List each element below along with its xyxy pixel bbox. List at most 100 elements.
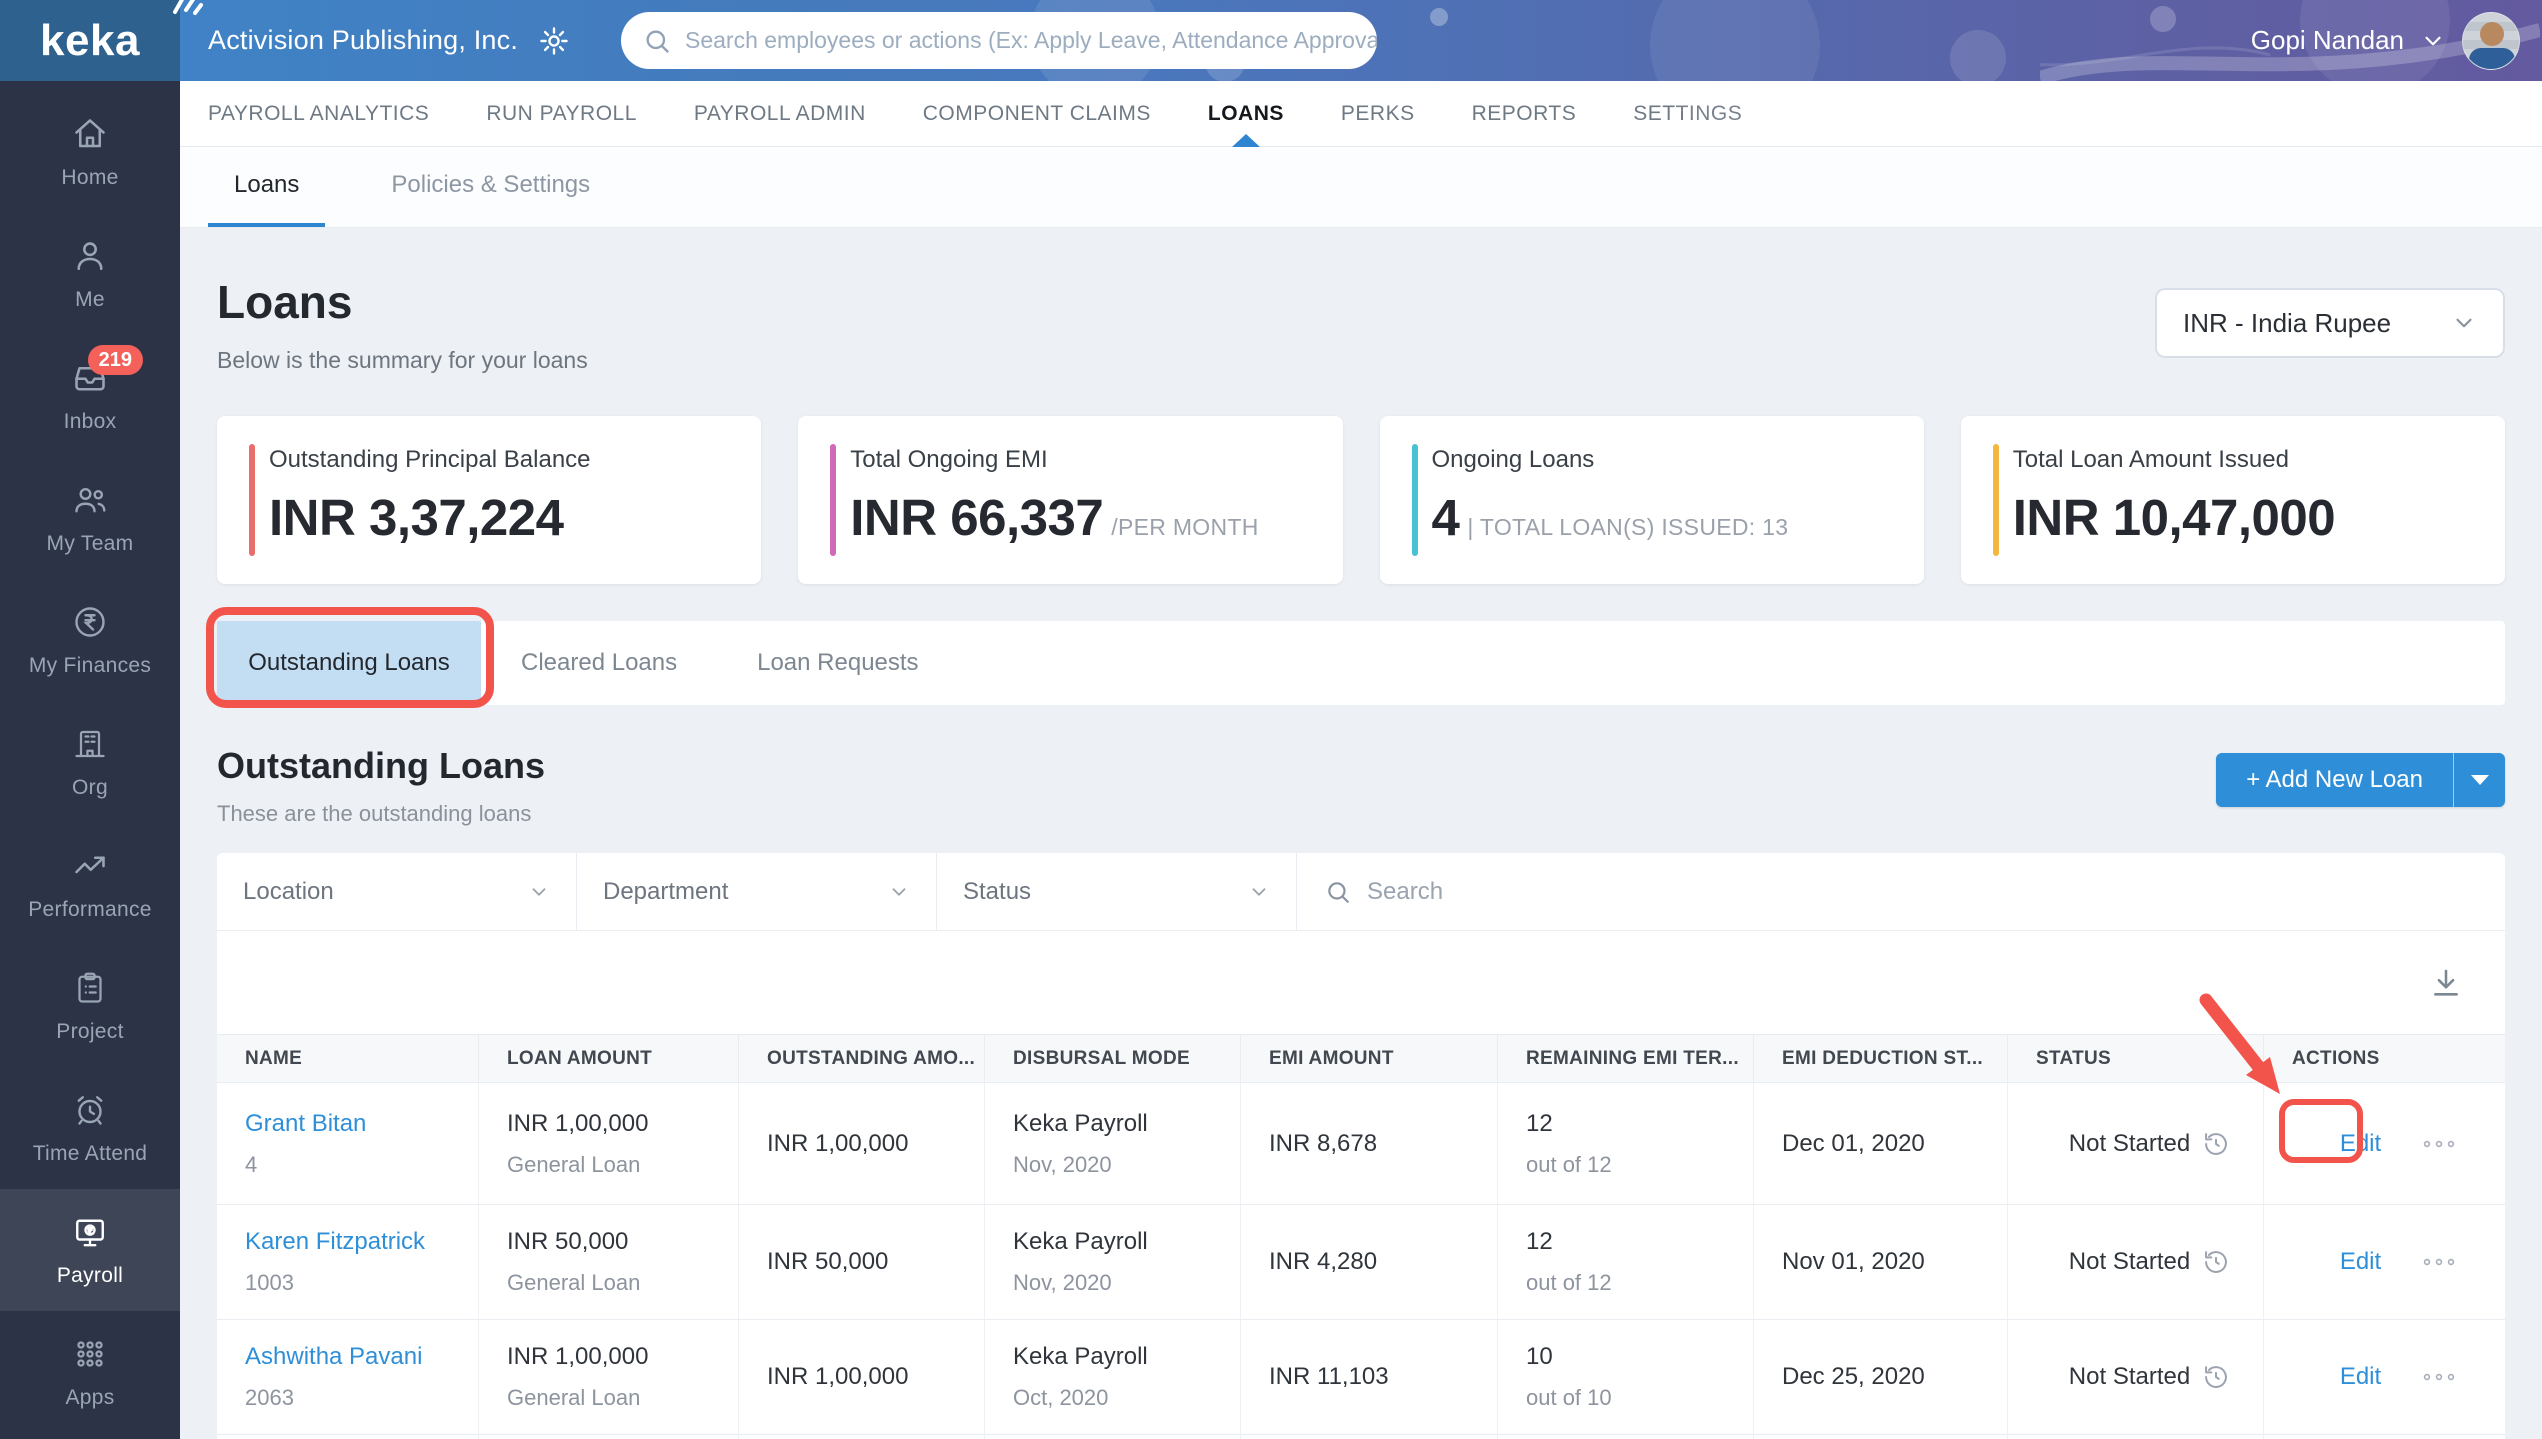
card-label: Total Ongoing EMI [850, 446, 1048, 474]
three-dots-icon[interactable] [2421, 1370, 2457, 1384]
section-header-row: Outstanding Loans These are the outstand… [217, 745, 2505, 827]
clipboard-icon [71, 969, 109, 1007]
card-accent-bar [249, 444, 255, 557]
card-suffix: | TOTAL LOAN(S) ISSUED: 13 [1467, 514, 1789, 541]
sidebar-item-project[interactable]: Project [0, 945, 180, 1067]
edit-action[interactable]: Edit [2340, 1248, 2381, 1276]
status-filter-label: Status [963, 877, 1032, 905]
loans-table-panel: Location Department Status Search NAME L… [217, 853, 2505, 1439]
tab-payroll-admin[interactable]: PAYROLL ADMIN [694, 81, 866, 146]
three-dots-icon[interactable] [2421, 1137, 2457, 1151]
col-outstanding-amount: OUTSTANDING AMO... [739, 1035, 985, 1083]
sidebar-item-my-team[interactable]: My Team [0, 457, 180, 579]
loan-list-tabs: Outstanding Loans Cleared Loans Loan Req… [217, 621, 2505, 706]
edit-action[interactable]: Edit [2340, 1363, 2381, 1391]
col-emi-deduction-start: EMI DEDUCTION ST... [1754, 1035, 2008, 1083]
caret-down-icon [2470, 775, 2489, 786]
chevron-down-icon [1252, 888, 1266, 896]
user-name: Gopi Nandan [2250, 25, 2404, 55]
filters-row: Location Department Status [217, 853, 2505, 932]
tab-loans[interactable]: LOANS [1207, 81, 1284, 147]
tab-perks[interactable]: PERKS [1341, 81, 1415, 146]
building-icon [71, 725, 109, 763]
table-row: Karen Fitzpatrick 1003 INR 50,000 General … [217, 1205, 2505, 1321]
location-filter[interactable]: Location [217, 853, 577, 931]
employee-link[interactable]: Karen Fitzpatrick [245, 1228, 478, 1256]
sidebar-item-me[interactable]: Me [0, 213, 180, 335]
table-row-partial [217, 1435, 2505, 1439]
tab-payroll-analytics[interactable]: PAYROLL ANALYTICS [208, 81, 429, 146]
history-icon [2205, 1132, 2228, 1155]
sidebar-item-time-attend[interactable]: Time Attend [0, 1067, 180, 1189]
status-filter[interactable]: Status [937, 853, 1297, 931]
sidebar-item-payroll[interactable]: Payroll [0, 1189, 180, 1311]
sidebar-item-label: Me [75, 287, 105, 311]
remaining-term-total: out of 10 [1526, 1385, 1612, 1411]
sidebar-item-my-finances[interactable]: My Finances [0, 579, 180, 701]
table-toolbar [217, 931, 2505, 1034]
gear-icon[interactable] [538, 25, 570, 57]
sidebar-item-home[interactable]: Home [0, 91, 180, 213]
tab-cleared-loans[interactable]: Cleared Loans [481, 621, 717, 705]
avatar[interactable] [2462, 11, 2520, 70]
keka-payroll-loans-screen: keka Activision Publishing, Inc. Search … [0, 0, 2542, 1439]
location-filter-label: Location [243, 877, 334, 905]
loan-amount: INR 50,000 [507, 1228, 629, 1256]
user-menu[interactable]: Gopi Nandan [2251, 0, 2542, 81]
global-search-input[interactable] [685, 27, 1377, 54]
emi-amount: INR 11,103 [1269, 1363, 1389, 1391]
sidebar-item-performance[interactable]: Performance [0, 823, 180, 945]
card-total-loan-issued: Total Loan Amount Issued INR 10,47,000 [1960, 416, 2505, 585]
department-filter[interactable]: Department [577, 853, 937, 931]
currency-selector[interactable]: INR - India Rupee [2155, 288, 2505, 358]
search-icon [646, 30, 669, 53]
col-status: STATUS [2008, 1035, 2264, 1083]
edit-action[interactable]: Edit [2340, 1130, 2381, 1158]
sidebar-item-apps[interactable]: Apps [0, 1311, 180, 1433]
three-dots-icon[interactable] [2421, 1255, 2457, 1269]
disbursal-mode: Keka Payroll [1013, 1343, 1148, 1371]
col-disbursal-mode: DISBURSAL MODE [985, 1035, 1241, 1083]
tab-loan-requests[interactable]: Loan Requests [717, 621, 958, 705]
download-icon[interactable] [2429, 966, 2463, 1000]
page-header-row: Loans Below is the summary for your loan… [217, 278, 2505, 374]
card-total-ongoing-emi: Total Ongoing EMI INR 66,337 /PER MONTH [798, 416, 1343, 585]
sidebar-item-label: My Finances [28, 653, 152, 677]
subtab-policies-settings[interactable]: Policies & Settings [365, 147, 616, 227]
table-search-input[interactable] [1367, 877, 2505, 906]
tab-reports[interactable]: REPORTS [1472, 81, 1577, 146]
add-new-loan-button[interactable]: + Add New Loan [2216, 753, 2453, 808]
loan-amount: INR 1,00,000 [507, 1343, 649, 1371]
employee-link[interactable]: Ashwitha Pavani [245, 1343, 478, 1371]
keka-logo-text: keka [40, 15, 140, 65]
col-emi-amount: EMI AMOUNT [1241, 1035, 1498, 1083]
sidebar-item-label: Project [56, 1019, 124, 1043]
table-search[interactable] [1297, 853, 2505, 930]
global-search-bar[interactable] [621, 12, 1377, 69]
loan-amount: INR 1,00,000 [507, 1109, 649, 1137]
decor-bubble [1950, 30, 2006, 86]
card-ongoing-loans: Ongoing Loans 4 | TOTAL LOAN(S) ISSUED: … [1379, 416, 1924, 585]
table-row: Grant Bitan 4 INR 1,00,000 General Loan IN… [217, 1083, 2505, 1206]
rupee-circle-icon [71, 603, 109, 641]
history-icon [2205, 1251, 2228, 1274]
sidebar-item-org[interactable]: Org [0, 701, 180, 823]
tab-outstanding-loans[interactable]: Outstanding Loans [217, 621, 481, 706]
sidebar-item-inbox[interactable]: 219 Inbox [0, 335, 180, 457]
card-accent-bar [830, 444, 837, 557]
col-actions: ACTIONS [2292, 1047, 2380, 1069]
subtab-loans[interactable]: Loans [208, 147, 326, 227]
history-icon [2205, 1366, 2228, 1389]
remaining-term-total: out of 12 [1526, 1151, 1612, 1177]
add-new-loan-dropdown[interactable] [2453, 753, 2505, 808]
tab-run-payroll[interactable]: RUN PAYROLL [486, 81, 637, 146]
sidebar-item-label: Inbox [63, 409, 117, 433]
employee-link[interactable]: Grant Bitan [245, 1110, 478, 1138]
company-header: Activision Publishing, Inc. [208, 0, 570, 81]
card-suffix: /PER MONTH [1111, 514, 1259, 541]
disbursal-date: Nov, 2020 [1013, 1270, 1112, 1296]
tab-loans-label: LOANS [1207, 101, 1284, 125]
keka-logo[interactable]: keka [0, 0, 203, 81]
disbursal-mode: Keka Payroll [1013, 1109, 1148, 1137]
status-text: Not Started [2068, 1248, 2191, 1276]
